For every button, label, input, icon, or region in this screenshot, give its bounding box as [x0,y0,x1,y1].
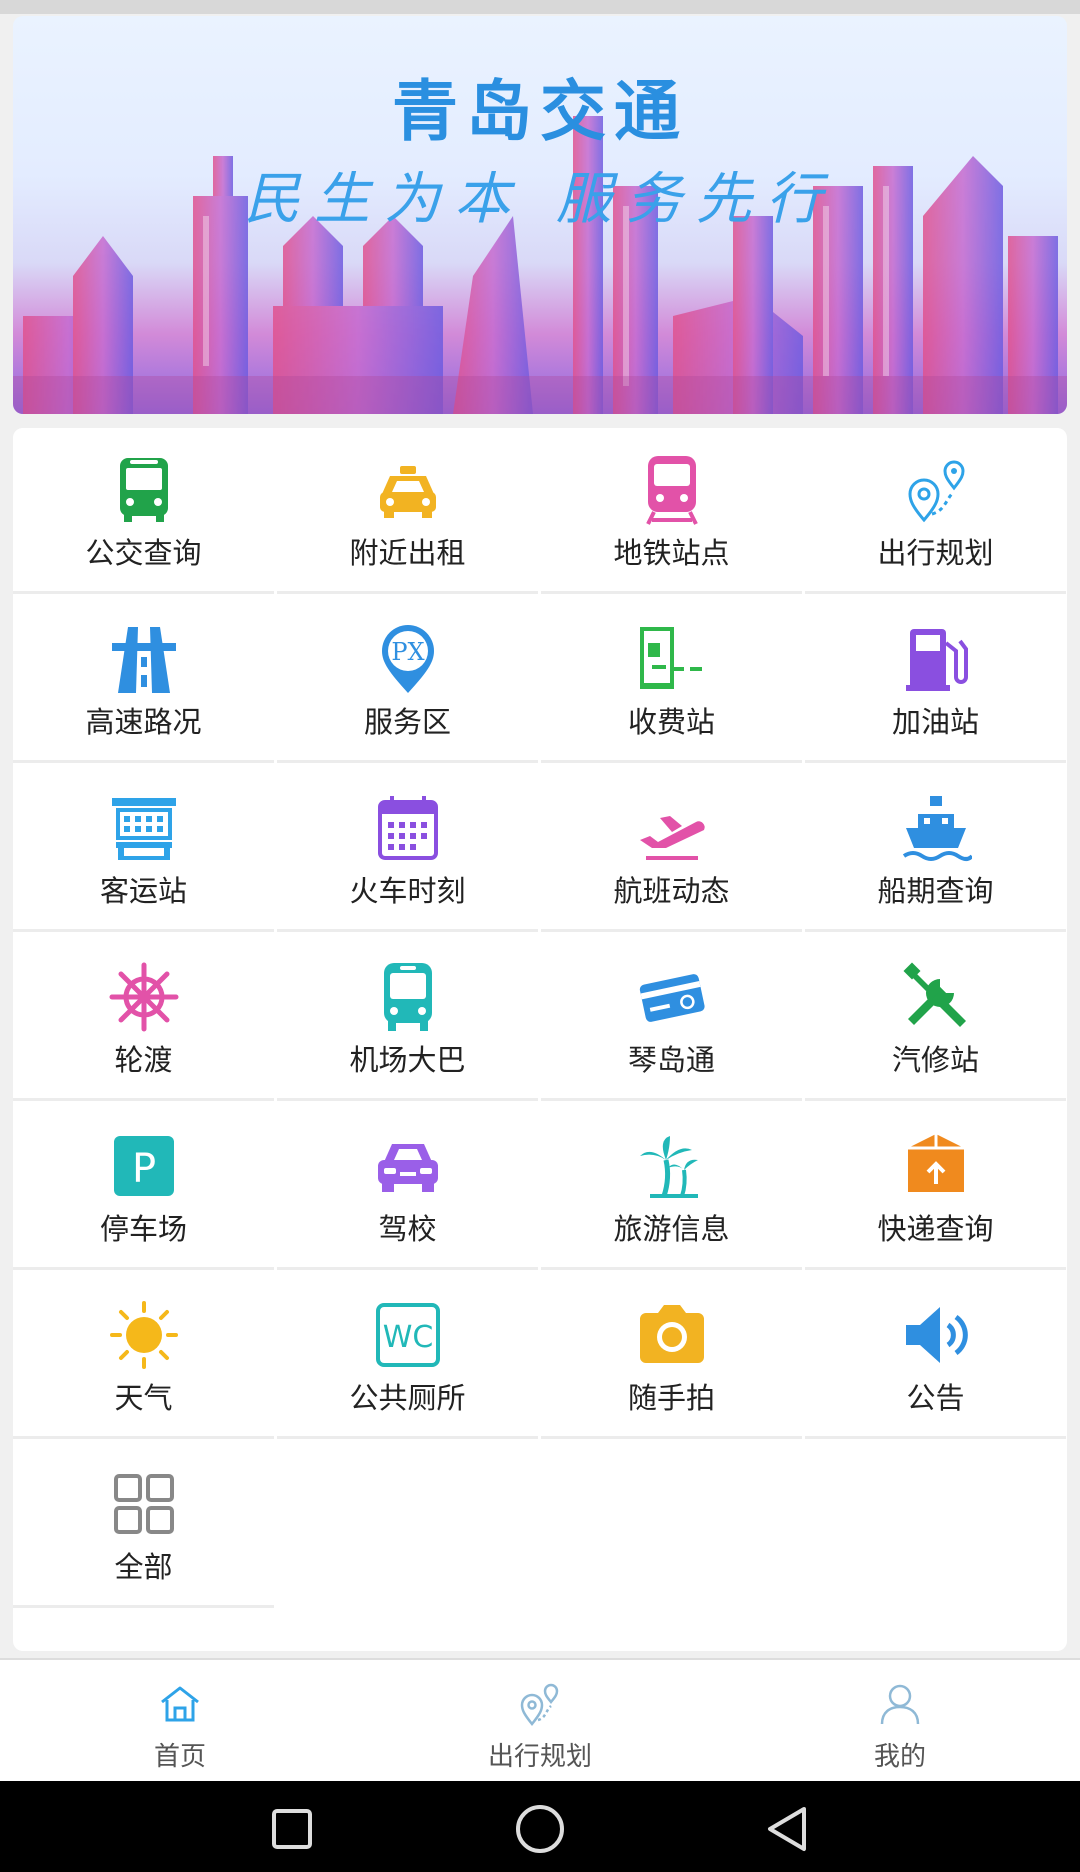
service-item-route-pin[interactable]: 出行规划 [805,428,1066,594]
service-item-label: 公交查询 [85,536,202,570]
service-item-label: 加油站 [891,705,979,739]
bottom-tab-bar: 首页 出行规划 我的 [0,1658,1080,1783]
calendar-icon [372,792,444,864]
service-item-label: 停车场 [99,1212,187,1246]
subway-icon [636,454,708,526]
airport-bus-icon [372,961,444,1033]
card-icon [636,961,708,1033]
tab-mine-label: 我的 [873,1742,926,1772]
service-item-label: 天气 [114,1381,173,1415]
package-icon [900,1130,972,1202]
palm-tree-icon [636,1130,708,1202]
service-item-bus-station[interactable]: 客运站 [13,766,274,932]
banner[interactable]: 青岛交通 民生为本 服务先行 [13,16,1067,414]
service-item-tools[interactable]: 汽修站 [805,935,1066,1101]
service-area-pin-icon: PX [372,623,444,695]
service-item-label: 公共厕所 [349,1381,466,1415]
camera-icon [636,1299,708,1371]
tools-icon [900,961,972,1033]
service-item-gas-pump[interactable]: 加油站 [805,597,1066,763]
service-item-label: 机场大巴 [349,1043,466,1077]
service-item-parking[interactable]: P 停车场 [13,1104,274,1270]
service-item-label: 汽修站 [891,1043,979,1077]
status-bar [0,0,1080,14]
service-item-label: 全部 [114,1550,173,1584]
bus-station-icon [108,792,180,864]
toll-station-icon [636,623,708,695]
gas-pump-icon [900,623,972,695]
airplane-icon [636,792,708,864]
service-item-grid-all[interactable]: 全部 [13,1442,274,1608]
service-item-label: 船期查询 [877,874,994,908]
service-grid: 公交查询 附近出租 地铁站点 出行规划高速路况 PX 服务区 收费站 加油站客运站 火车时刻 航班… [13,428,1067,1651]
service-item-label: 收费站 [627,705,715,739]
home-circle-icon[interactable] [512,1801,568,1857]
ship-wheel-icon [108,961,180,1033]
service-item-camera[interactable]: 随手拍 [541,1273,802,1439]
service-item-bus[interactable]: 公交查询 [13,428,274,594]
service-item-wc[interactable]: WC 公共厕所 [277,1273,538,1439]
speaker-icon [900,1299,972,1371]
taxi-icon [372,454,444,526]
service-item-label: 航班动态 [613,874,730,908]
service-item-label: 火车时刻 [349,874,466,908]
service-item-label: 地铁站点 [613,536,730,570]
service-item-palm-tree[interactable]: 旅游信息 [541,1104,802,1270]
service-item-car[interactable]: 驾校 [277,1104,538,1270]
service-item-airplane[interactable]: 航班动态 [541,766,802,932]
service-item-airport-bus[interactable]: 机场大巴 [277,935,538,1101]
tab-home-label: 首页 [153,1742,206,1772]
bus-icon [108,454,180,526]
service-item-label: 快递查询 [877,1212,994,1246]
tab-home[interactable]: 首页 [0,1660,360,1783]
ship-icon [900,792,974,864]
wc-icon: WC [372,1299,444,1371]
banner-slogan: 民生为本 服务先行 [244,167,836,232]
service-item-toll-station[interactable]: 收费站 [541,597,802,763]
tab-route-planning[interactable]: 出行规划 [360,1660,720,1783]
home-icon [161,1686,199,1722]
service-item-speaker[interactable]: 公告 [805,1273,1066,1439]
service-item-label: 驾校 [378,1212,437,1246]
service-item-sun[interactable]: 天气 [13,1273,274,1439]
service-item-calendar[interactable]: 火车时刻 [277,766,538,932]
service-item-label: 服务区 [363,705,451,739]
svg-text:WC: WC [382,1320,433,1355]
svg-text:PX: PX [391,638,424,666]
service-item-package[interactable]: 快递查询 [805,1104,1066,1270]
service-item-label: 轮渡 [114,1043,173,1077]
svg-text:P: P [131,1146,155,1192]
service-item-ship-wheel[interactable]: 轮渡 [13,935,274,1101]
sun-icon [108,1299,180,1371]
service-item-card[interactable]: 琴岛通 [541,935,802,1101]
service-item-label: 高速路况 [85,705,202,739]
service-item-label: 客运站 [99,874,187,908]
service-item-label: 随手拍 [627,1381,715,1415]
route-pin-icon [520,1683,559,1727]
service-item-highway[interactable]: 高速路况 [13,597,274,763]
route-pin-icon [900,454,972,526]
system-nav-bar [0,1781,1080,1872]
car-icon [372,1130,444,1202]
highway-icon [108,623,180,695]
service-item-service-area-pin[interactable]: PX 服务区 [277,597,538,763]
service-item-label: 附近出租 [349,536,466,570]
service-item-label: 出行规划 [877,536,994,570]
tab-route-planning-label: 出行规划 [487,1742,592,1772]
user-icon [880,1684,920,1725]
service-item-subway[interactable]: 地铁站点 [541,428,802,594]
parking-icon: P [108,1130,180,1202]
tab-mine[interactable]: 我的 [720,1660,1080,1783]
service-item-label: 公告 [906,1381,965,1415]
service-item-ship[interactable]: 船期查询 [805,766,1066,932]
service-item-taxi[interactable]: 附近出租 [277,428,538,594]
banner-title: 青岛交通 [392,73,688,150]
service-item-label: 琴岛通 [627,1043,715,1077]
service-item-label: 旅游信息 [613,1212,730,1246]
recent-apps-icon[interactable] [264,1801,320,1857]
back-icon[interactable] [760,1801,816,1857]
grid-all-icon [108,1468,180,1540]
